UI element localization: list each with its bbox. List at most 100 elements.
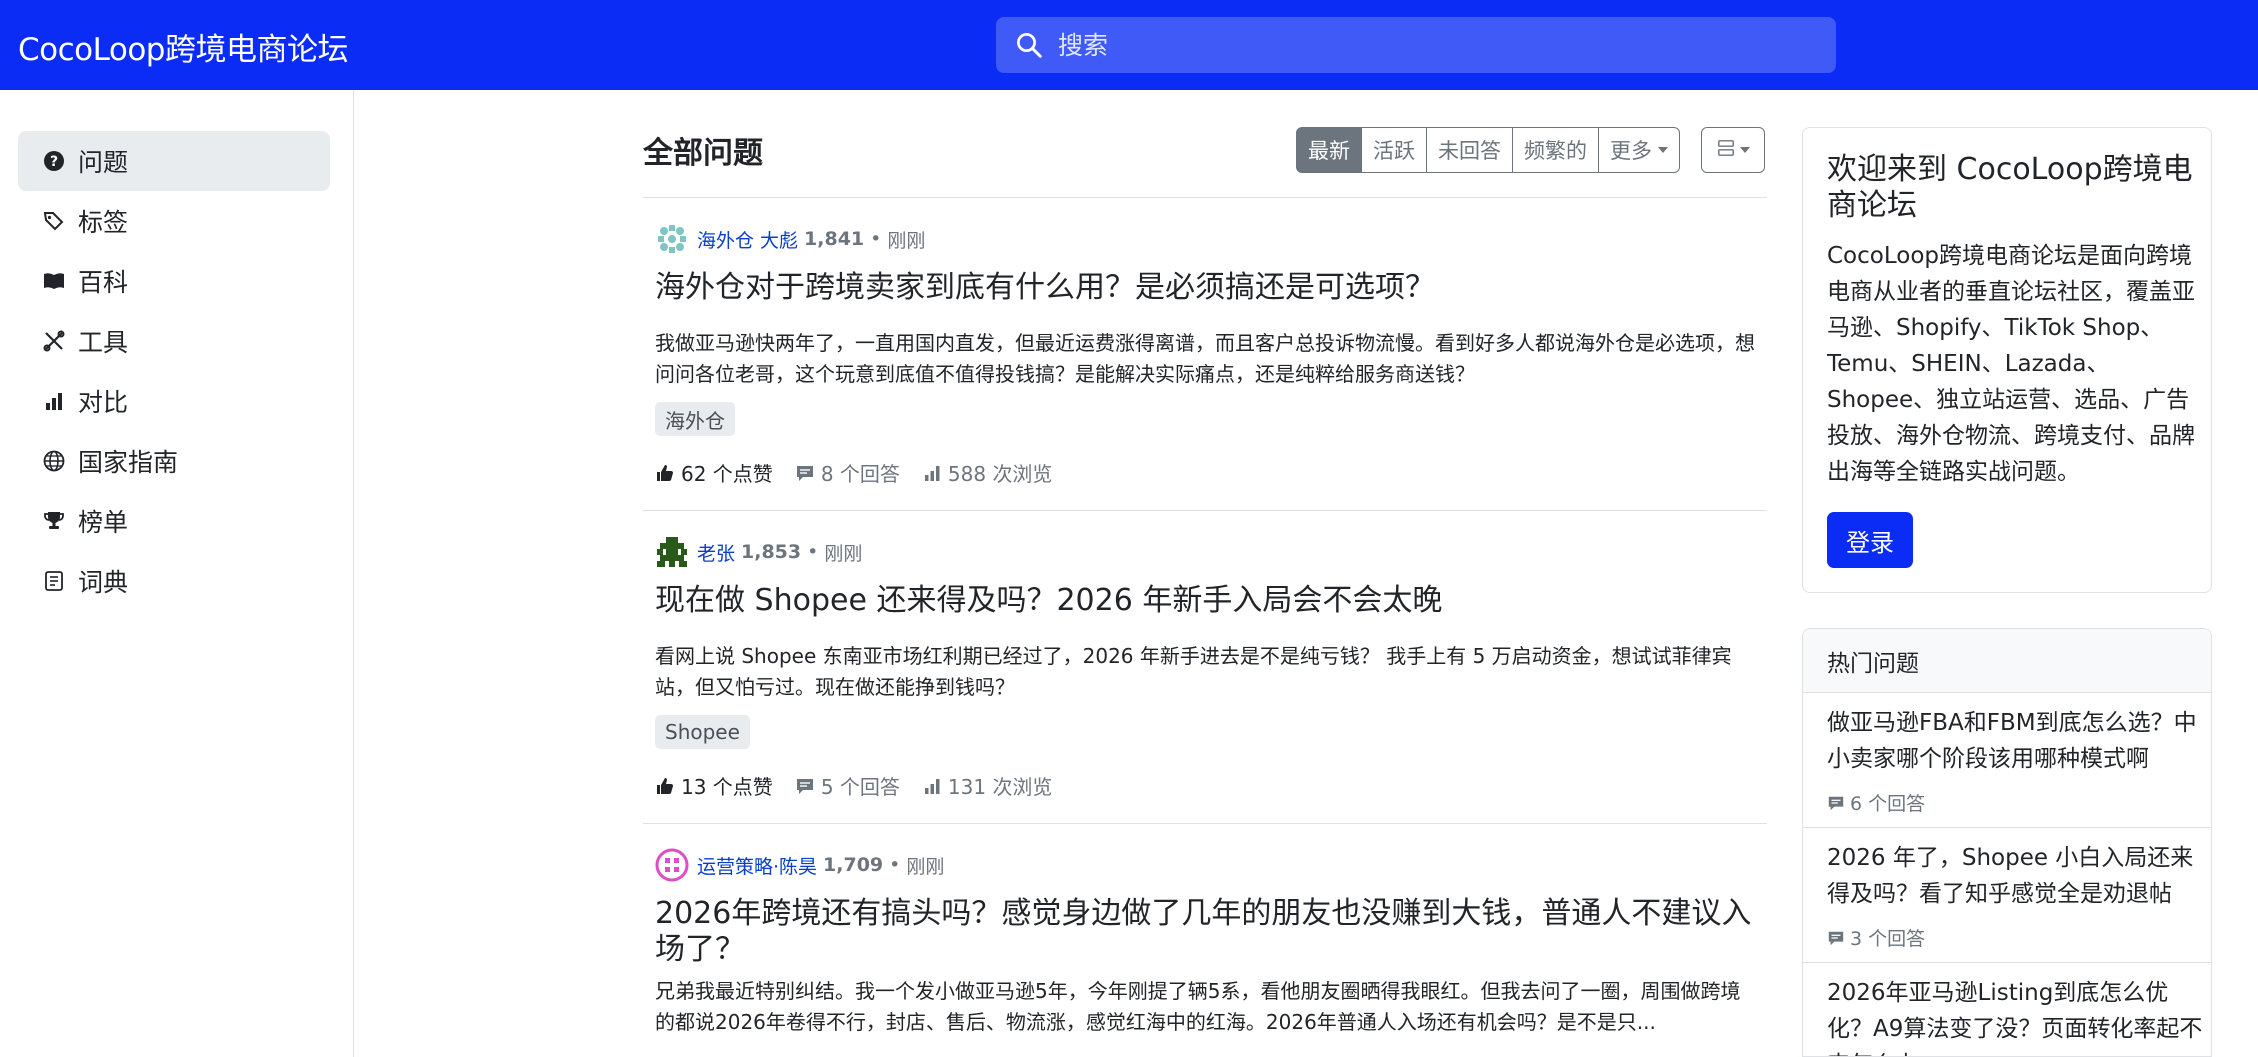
hot-question-item[interactable]: 2026年亚马逊Listing到底怎么优化？A9算法变了没？页面转化率起不来怎么… bbox=[1803, 963, 2211, 1056]
login-button[interactable]: 登录 bbox=[1827, 512, 1913, 568]
meta-separator: • bbox=[807, 541, 819, 563]
bar-chart-icon bbox=[42, 389, 66, 413]
question-item: 海外仓 大彪 1,841 • 刚刚 海外仓对于跨境卖家到底有什么用？是必须搞还是… bbox=[643, 197, 1767, 510]
answers-count: 3 个回答 bbox=[1850, 928, 1926, 950]
sidebar-item-label: 问题 bbox=[78, 148, 129, 177]
top-navbar: CocoLoop跨境电商论坛 bbox=[0, 0, 2258, 90]
question-stats: 62 个点赞 8 个回答 588 次浏览 bbox=[655, 458, 1074, 487]
page-title: 全部问题 bbox=[643, 136, 763, 171]
chevron-down-icon bbox=[1658, 147, 1668, 153]
bar-chart-icon bbox=[924, 465, 940, 481]
question-excerpt: 兄弟我最近特别纠结。我一个发小做亚马逊5年，今年刚提了辆5系，看他朋友圈晒得我眼… bbox=[655, 979, 1741, 1034]
meta-separator: • bbox=[889, 854, 901, 876]
sidebar-item-tags[interactable]: 标签 bbox=[18, 191, 330, 251]
question-excerpt: 我做亚马逊快两年了，一直用国内直发，但最近运费涨得离谱，而且客户总投诉物流慢。看… bbox=[655, 331, 1755, 386]
avatar[interactable] bbox=[655, 848, 689, 882]
question-tag[interactable]: 海外仓 bbox=[655, 402, 735, 436]
layout-list-icon bbox=[1717, 139, 1735, 161]
answers-count: 8 个回答 bbox=[820, 462, 900, 486]
sidebar-item-label: 对比 bbox=[78, 388, 129, 417]
avatar[interactable] bbox=[655, 535, 689, 569]
question-meta: 运营策略·陈昊 1,709 • 刚刚 bbox=[655, 848, 944, 882]
view-mode-dropdown[interactable] bbox=[1701, 127, 1765, 173]
hot-question-item[interactable]: 做亚马逊FBA和FBM到底怎么选？中小卖家哪个阶段该用哪种模式啊 6 个回答 bbox=[1803, 693, 2211, 828]
sidebar-item-label: 词典 bbox=[78, 568, 129, 597]
hot-questions-card: 热门问题 做亚马逊FBA和FBM到底怎么选？中小卖家哪个阶段该用哪种模式啊 6 … bbox=[1802, 628, 2212, 1057]
question-title[interactable]: 海外仓对于跨境卖家到底有什么用？是必须搞还是可选项？ bbox=[655, 270, 1755, 306]
question-title[interactable]: 2026年跨境还有搞头吗？感觉身边做了几年的朋友也没赚到大钱，普通人不建议入场了… bbox=[655, 896, 1755, 968]
dictionary-icon bbox=[42, 569, 66, 593]
question-tag[interactable]: Shopee bbox=[655, 715, 750, 749]
hot-question-answers: 6 个回答 bbox=[1827, 789, 1925, 816]
hot-question-title[interactable]: 2026 年了，Shopee 小白入局还来得及吗？看了知乎感觉全是劝退帖 bbox=[1827, 840, 2207, 912]
hot-questions-title: 热门问题 bbox=[1803, 629, 2211, 693]
question-title[interactable]: 现在做 Shopee 还来得及吗？2026 年新手入局会不会太晚 bbox=[655, 583, 1755, 619]
tab-unanswered[interactable]: 未回答 bbox=[1426, 127, 1513, 173]
search-box[interactable] bbox=[996, 17, 1836, 73]
chevron-down-icon bbox=[1739, 147, 1750, 153]
book-icon bbox=[42, 269, 66, 293]
sidebar-item-label: 国家指南 bbox=[78, 448, 179, 477]
tab-active[interactable]: 活跃 bbox=[1361, 127, 1427, 173]
tab-more-dropdown[interactable]: 更多 bbox=[1598, 127, 1680, 173]
answers-count: 6 个回答 bbox=[1850, 793, 1926, 815]
hot-question-title[interactable]: 2026年亚马逊Listing到底怎么优化？A9算法变了没？页面转化率起不来怎么… bbox=[1827, 975, 2207, 1056]
sidebar-item-wiki[interactable]: 百科 bbox=[18, 251, 330, 311]
views-count: 588 次浏览 bbox=[947, 462, 1053, 486]
author-reputation: 1,709 bbox=[823, 854, 884, 876]
search-icon bbox=[1014, 30, 1044, 60]
votes-count: 13 个点赞 bbox=[681, 775, 773, 799]
question-circle-icon: ? bbox=[42, 149, 66, 173]
question-author[interactable]: 海外仓 大彪 bbox=[697, 226, 798, 253]
question-time: 刚刚 bbox=[887, 229, 926, 252]
sidebar-item-tools[interactable]: 工具 bbox=[18, 311, 330, 371]
views-stat: 588 次浏览 bbox=[922, 458, 1053, 487]
votes-count: 62 个点赞 bbox=[681, 462, 773, 486]
hot-question-item[interactable]: 2026 年了，Shopee 小白入局还来得及吗？看了知乎感觉全是劝退帖 3 个… bbox=[1803, 828, 2211, 963]
sidebar-item-label: 榜单 bbox=[78, 508, 129, 537]
welcome-title: 欢迎来到 CocoLoop跨境电商论坛 bbox=[1827, 152, 2193, 223]
sidebar-item-questions[interactable]: ? 问题 bbox=[18, 131, 330, 191]
answers-stat: 5 个回答 bbox=[795, 771, 900, 800]
sidebar-item-compare[interactable]: 对比 bbox=[18, 371, 330, 431]
question-item: 运营策略·陈昊 1,709 • 刚刚 2026年跨境还有搞头吗？感觉身边做了几年… bbox=[643, 823, 1767, 1057]
chat-icon bbox=[796, 778, 813, 794]
chat-icon bbox=[796, 465, 813, 481]
answers-count: 5 个回答 bbox=[820, 775, 900, 799]
question-stats: 13 个点赞 5 个回答 131 次浏览 bbox=[655, 771, 1074, 800]
tools-icon bbox=[42, 329, 66, 353]
globe-icon bbox=[42, 449, 66, 473]
tab-frequent[interactable]: 频繁的 bbox=[1512, 127, 1599, 173]
bar-chart-icon bbox=[924, 778, 940, 794]
search-input[interactable] bbox=[1058, 25, 1818, 65]
author-reputation: 1,853 bbox=[741, 541, 802, 563]
sidebar-item-dictionary[interactable]: 词典 bbox=[18, 551, 330, 611]
tags-icon bbox=[42, 209, 66, 233]
trophy-icon bbox=[42, 509, 66, 533]
meta-separator: • bbox=[870, 228, 882, 250]
hot-question-answers: 3 个回答 bbox=[1827, 924, 1925, 951]
sidebar-item-rankings[interactable]: 榜单 bbox=[18, 491, 330, 551]
left-sidebar: ? 问题 标签 百科 工具 对比 国家指南 榜单 词典 bbox=[0, 90, 354, 1057]
thumbs-up-icon bbox=[657, 464, 673, 481]
question-time: 刚刚 bbox=[906, 855, 945, 878]
tab-newest[interactable]: 最新 bbox=[1296, 127, 1362, 173]
question-author[interactable]: 老张 bbox=[697, 539, 735, 566]
question-meta: 海外仓 大彪 1,841 • 刚刚 bbox=[655, 222, 925, 256]
svg-text:?: ? bbox=[50, 154, 58, 170]
votes-stat: 62 个点赞 bbox=[655, 458, 773, 487]
avatar[interactable] bbox=[655, 222, 689, 256]
question-author[interactable]: 运营策略·陈昊 bbox=[697, 852, 817, 879]
question-item: 老张 1,853 • 刚刚 现在做 Shopee 还来得及吗？2026 年新手入… bbox=[643, 510, 1767, 823]
sidebar-item-country-guide[interactable]: 国家指南 bbox=[18, 431, 330, 491]
chat-icon bbox=[1828, 931, 1844, 945]
question-excerpt: 看网上说 Shopee 东南亚市场红利期已经过了，2026 年新手进去是不是纯亏… bbox=[655, 644, 1732, 699]
answers-stat: 8 个回答 bbox=[795, 458, 900, 487]
sidebar-item-label: 百科 bbox=[78, 268, 129, 297]
votes-stat: 13 个点赞 bbox=[655, 771, 773, 800]
sort-tabs: 最新 活跃 未回答 频繁的 更多 bbox=[1296, 127, 1680, 173]
thumbs-up-icon bbox=[657, 777, 673, 794]
brand-logo-link[interactable]: CocoLoop跨境电商论坛 bbox=[18, 24, 348, 69]
hot-question-title[interactable]: 做亚马逊FBA和FBM到底怎么选？中小卖家哪个阶段该用哪种模式啊 bbox=[1827, 705, 2207, 777]
sidebar-item-label: 工具 bbox=[78, 328, 129, 357]
